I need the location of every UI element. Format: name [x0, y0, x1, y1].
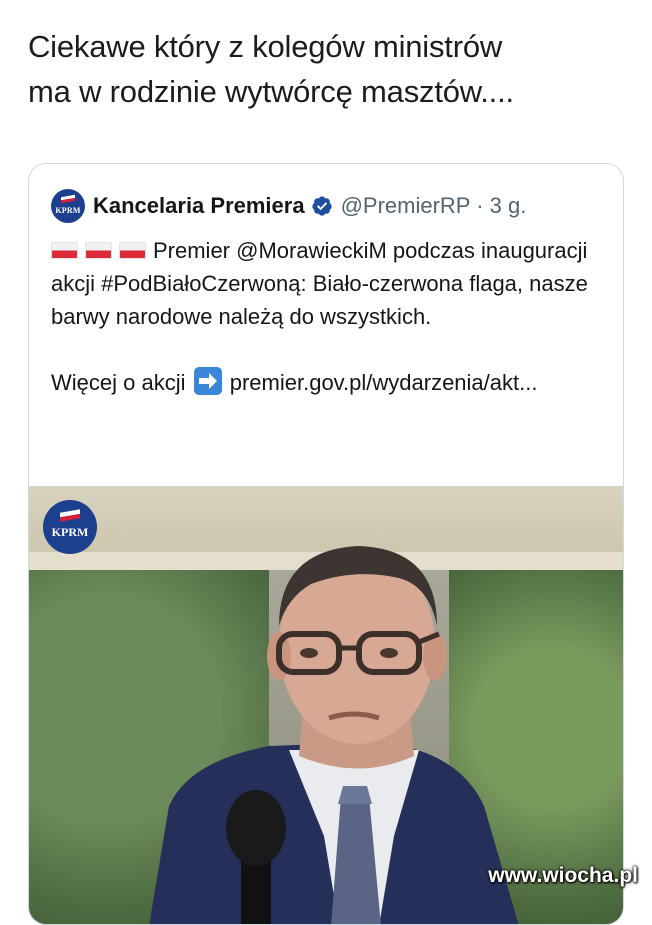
watermark: www.wiocha.pl	[488, 864, 638, 887]
tweet-text-line-2: ma w rodzinie wytwórcę masztów....	[28, 74, 514, 109]
quoted-paragraph-2: Więcej o akcji premier.gov.pl/wydarzenia…	[51, 366, 606, 399]
avatar[interactable]: KPRM	[51, 189, 85, 223]
quoted-paragraph-1: Premier @MorawieckiM podczas inauguracji…	[51, 234, 606, 333]
more-info-text: Więcej o akcji	[51, 370, 186, 395]
poland-flag-icon	[85, 242, 112, 259]
handle-and-time[interactable]: @PremierRP · 3 g.	[341, 193, 527, 219]
right-arrow-icon	[193, 367, 222, 395]
verified-badge-icon	[311, 196, 332, 216]
quoted-tweet-card[interactable]: KPRM Kancelaria Premiera @PremierRP · 3 …	[28, 163, 624, 925]
flag-icon	[60, 509, 80, 522]
account-name[interactable]: Kancelaria Premiera	[93, 193, 305, 219]
link-text[interactable]: premier.gov.pl/wydarzenia/akt...	[230, 370, 538, 395]
logo-label: KPRM	[51, 524, 89, 539]
flag-icon	[61, 194, 75, 204]
quoted-tweet-body: Premier @MorawieckiM podczas inauguracji…	[51, 234, 606, 399]
speaker-figure	[149, 546, 519, 924]
tweet-text: Ciekawe który z kolegów ministrów ma w r…	[28, 24, 628, 114]
quoted-tweet-header: KPRM Kancelaria Premiera @PremierRP · 3 …	[51, 186, 526, 226]
poland-flag-icon	[51, 242, 78, 259]
poland-flag-icon	[119, 242, 146, 259]
kprm-logo: KPRM	[43, 500, 97, 554]
tweet-text-line-1: Ciekawe który z kolegów ministrów	[28, 29, 503, 64]
media-video-thumbnail[interactable]: KPRM	[29, 486, 623, 924]
avatar-label: KPRM	[55, 205, 81, 215]
